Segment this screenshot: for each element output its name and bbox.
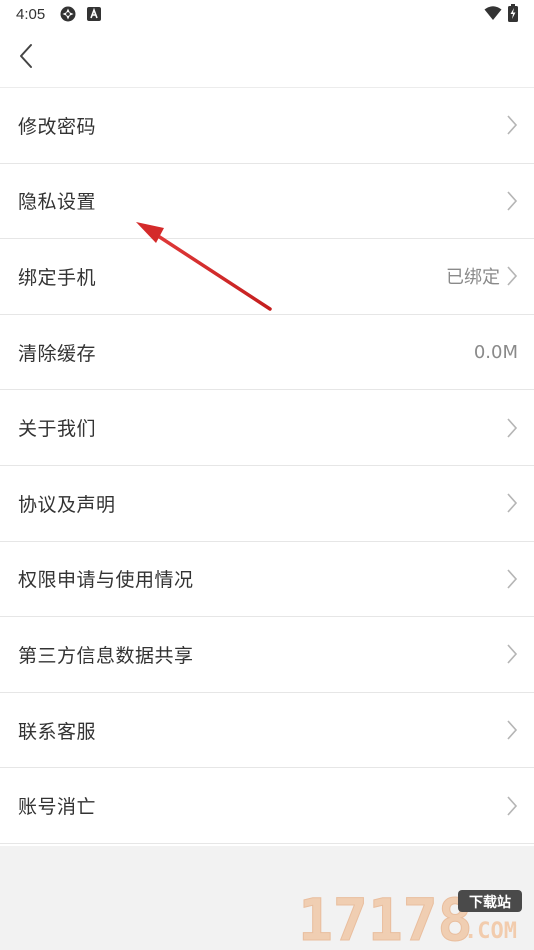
menu-item-label: 协议及声明 — [18, 493, 116, 516]
app-a-icon — [87, 7, 102, 21]
status-bar: 4:05 — [0, 0, 534, 28]
nav-bar — [0, 28, 534, 88]
menu-item-change-password[interactable]: 修改密码 — [0, 88, 534, 164]
menu-item-permissions[interactable]: 权限申请与使用情况 — [0, 541, 534, 618]
back-button[interactable] — [10, 42, 42, 74]
sync-icon — [59, 5, 77, 23]
menu-item-label: 账号消亡 — [18, 796, 97, 819]
menu-item-label: 关于我们 — [18, 418, 97, 441]
status-time: 4:05 — [16, 5, 46, 23]
menu-item-about-us[interactable]: 关于我们 — [0, 390, 534, 466]
chevron-right-icon — [506, 114, 518, 136]
menu-item-label: 绑定手机 — [18, 266, 97, 289]
chevron-left-icon — [18, 43, 34, 73]
status-right — [484, 4, 518, 26]
svg-text:.COM: .COM — [464, 919, 517, 944]
battery-charging-icon — [508, 4, 518, 26]
menu-item-privacy-settings[interactable]: 隐私设置 — [0, 163, 534, 240]
menu-item-agreements[interactable]: 协议及声明 — [0, 465, 534, 542]
chevron-right-icon — [506, 719, 518, 741]
menu-item-label: 清除缓存 — [18, 342, 97, 365]
menu-item-clear-cache[interactable]: 清除缓存 0.0M — [0, 314, 534, 391]
chevron-right-icon — [506, 643, 518, 665]
chevron-right-icon — [506, 795, 518, 817]
wifi-icon — [484, 5, 502, 25]
menu-item-customer-service[interactable]: 联系客服 — [0, 692, 534, 769]
menu-item-label: 联系客服 — [18, 720, 97, 743]
menu-item-third-party-sharing[interactable]: 第三方信息数据共享 — [0, 617, 534, 693]
bind-status-value: 已绑定 — [446, 267, 500, 289]
chevron-right-icon — [506, 492, 518, 514]
chevron-right-icon — [506, 417, 518, 439]
svg-text:17178: 17178 — [298, 886, 473, 946]
menu-item-label: 第三方信息数据共享 — [18, 644, 194, 667]
chevron-right-icon — [506, 265, 518, 287]
chevron-right-icon — [506, 190, 518, 212]
svg-text:下载站: 下载站 — [469, 894, 511, 911]
cache-size-value: 0.0M — [473, 341, 518, 363]
menu-item-label: 隐私设置 — [18, 191, 97, 214]
settings-list: 修改密码 隐私设置 绑定手机 已绑定 清除缓存 0.0M 关于我们 协议及声明 … — [0, 88, 534, 844]
menu-item-label: 权限申请与使用情况 — [18, 569, 194, 592]
watermark-logo: 17178 下载站 .COM — [298, 886, 528, 950]
menu-item-label: 修改密码 — [18, 115, 97, 138]
menu-item-bind-phone[interactable]: 绑定手机 已绑定 — [0, 239, 534, 315]
chevron-right-icon — [506, 568, 518, 590]
menu-item-account-deletion[interactable]: 账号消亡 — [0, 768, 534, 844]
